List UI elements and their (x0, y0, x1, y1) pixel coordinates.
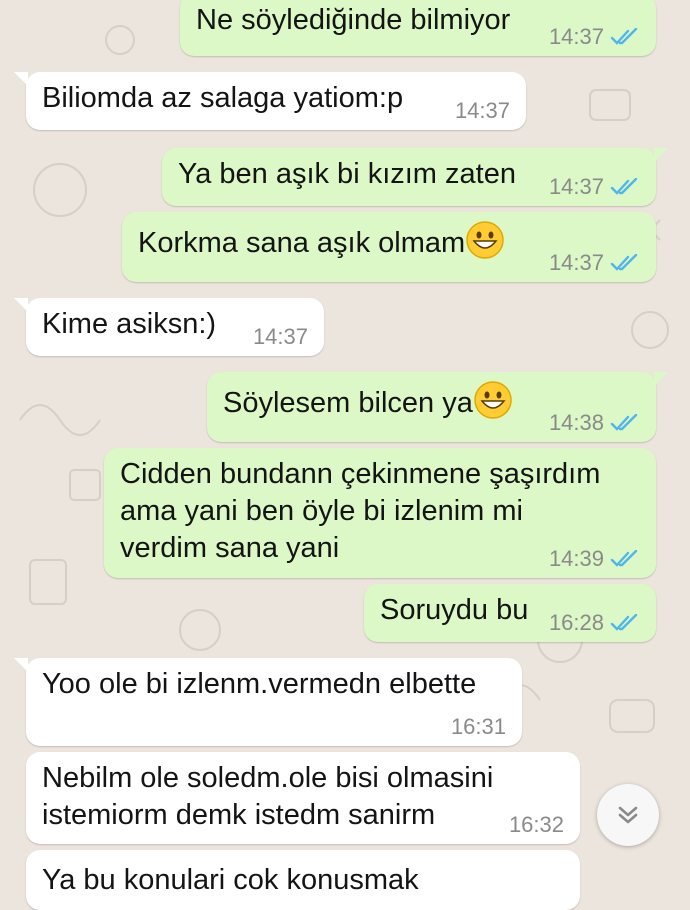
message-time: 16:32 (508, 812, 564, 837)
message-text: Biliomda az salaga yatiom:p (42, 82, 404, 114)
message-time: 14:37 (548, 174, 604, 199)
scroll-to-bottom-button[interactable] (597, 784, 659, 846)
grinning-face-icon (474, 381, 512, 419)
outgoing-message[interactable]: Söylesem bilcen ya 14:38 (207, 372, 668, 442)
incoming-message[interactable]: Kime asiksn:) 14:37 (14, 298, 324, 356)
outgoing-message[interactable]: Soruydu bu 16:28 (364, 584, 656, 642)
message-text: Kime asiksn:) (42, 308, 217, 340)
message-text: Ya bu konulari cok konusmak (42, 864, 419, 896)
outgoing-message[interactable]: Korkma sana aşık olmam 14:37 (122, 212, 656, 282)
message-text: Yoo ole bi izlenm.vermedn elbette (42, 668, 477, 700)
message-meta: 14:37 (549, 250, 640, 276)
incoming-message[interactable]: Nebilm ole soledm.ole bisi olmasini iste… (26, 752, 580, 844)
incoming-message[interactable]: Biliomda az salaga yatiom:p 14:37 (14, 72, 526, 130)
double-check-icon (610, 414, 638, 431)
message-meta: 14:37 (549, 24, 640, 50)
message-text: Ya ben aşık bi kızım zaten (178, 158, 516, 190)
bubble-tail (14, 658, 28, 672)
double-check-icon (610, 550, 638, 567)
message-text: Ne söylediğinde bilmiyor (196, 4, 511, 36)
outgoing-message[interactable]: Ya ben aşık bi kızım zaten 14:37 (162, 148, 668, 206)
chevron-double-down-icon (618, 806, 638, 824)
message-time: 14:38 (548, 410, 604, 435)
message-text: Nebilm ole soledm.ole bisi olmasini iste… (42, 762, 494, 831)
message-text: Cidden bundann çekinmene şaşırdım ama ya… (120, 458, 601, 564)
message-text: Korkma sana aşık olmam (138, 227, 466, 259)
bubble-tail (14, 72, 28, 86)
message-time: 14:37 (252, 324, 308, 349)
message-meta: 14:37 (455, 98, 510, 124)
bubble-tail (14, 298, 28, 312)
incoming-message[interactable]: Yoo ole bi izlenm.vermedn elbette 16:31 (14, 658, 522, 746)
message-time: 14:39 (548, 546, 604, 571)
message-time: 16:28 (548, 610, 604, 635)
message-time: 14:37 (454, 98, 510, 123)
message-text: Söylesem bilcen ya (223, 387, 473, 419)
message-meta: 14:39 (549, 546, 640, 572)
outgoing-message[interactable]: Ne söylediğinde bilmiyor 14:37 (180, 0, 656, 56)
message-time: 14:37 (548, 250, 604, 275)
double-check-icon (610, 254, 638, 271)
message-time: 16:31 (450, 714, 506, 739)
incoming-message[interactable]: Ya bu konulari cok konusmak (26, 850, 580, 910)
message-meta: 16:31 (451, 714, 506, 740)
bubble-tail (654, 148, 668, 162)
message-meta: 14:37 (549, 174, 640, 200)
message-meta: 14:38 (549, 410, 640, 436)
outgoing-message[interactable]: Cidden bundann çekinmene şaşırdım ama ya… (104, 448, 656, 578)
double-check-icon (610, 614, 638, 631)
message-meta: 16:32 (509, 812, 564, 838)
grinning-face-icon (466, 221, 504, 259)
double-check-icon (610, 28, 638, 45)
bubble-tail (654, 372, 668, 386)
message-meta: 14:37 (253, 324, 308, 350)
message-text: Soruydu bu (380, 594, 529, 626)
double-check-icon (610, 178, 638, 195)
message-time: 14:37 (548, 24, 604, 49)
message-meta: 16:28 (549, 610, 640, 636)
